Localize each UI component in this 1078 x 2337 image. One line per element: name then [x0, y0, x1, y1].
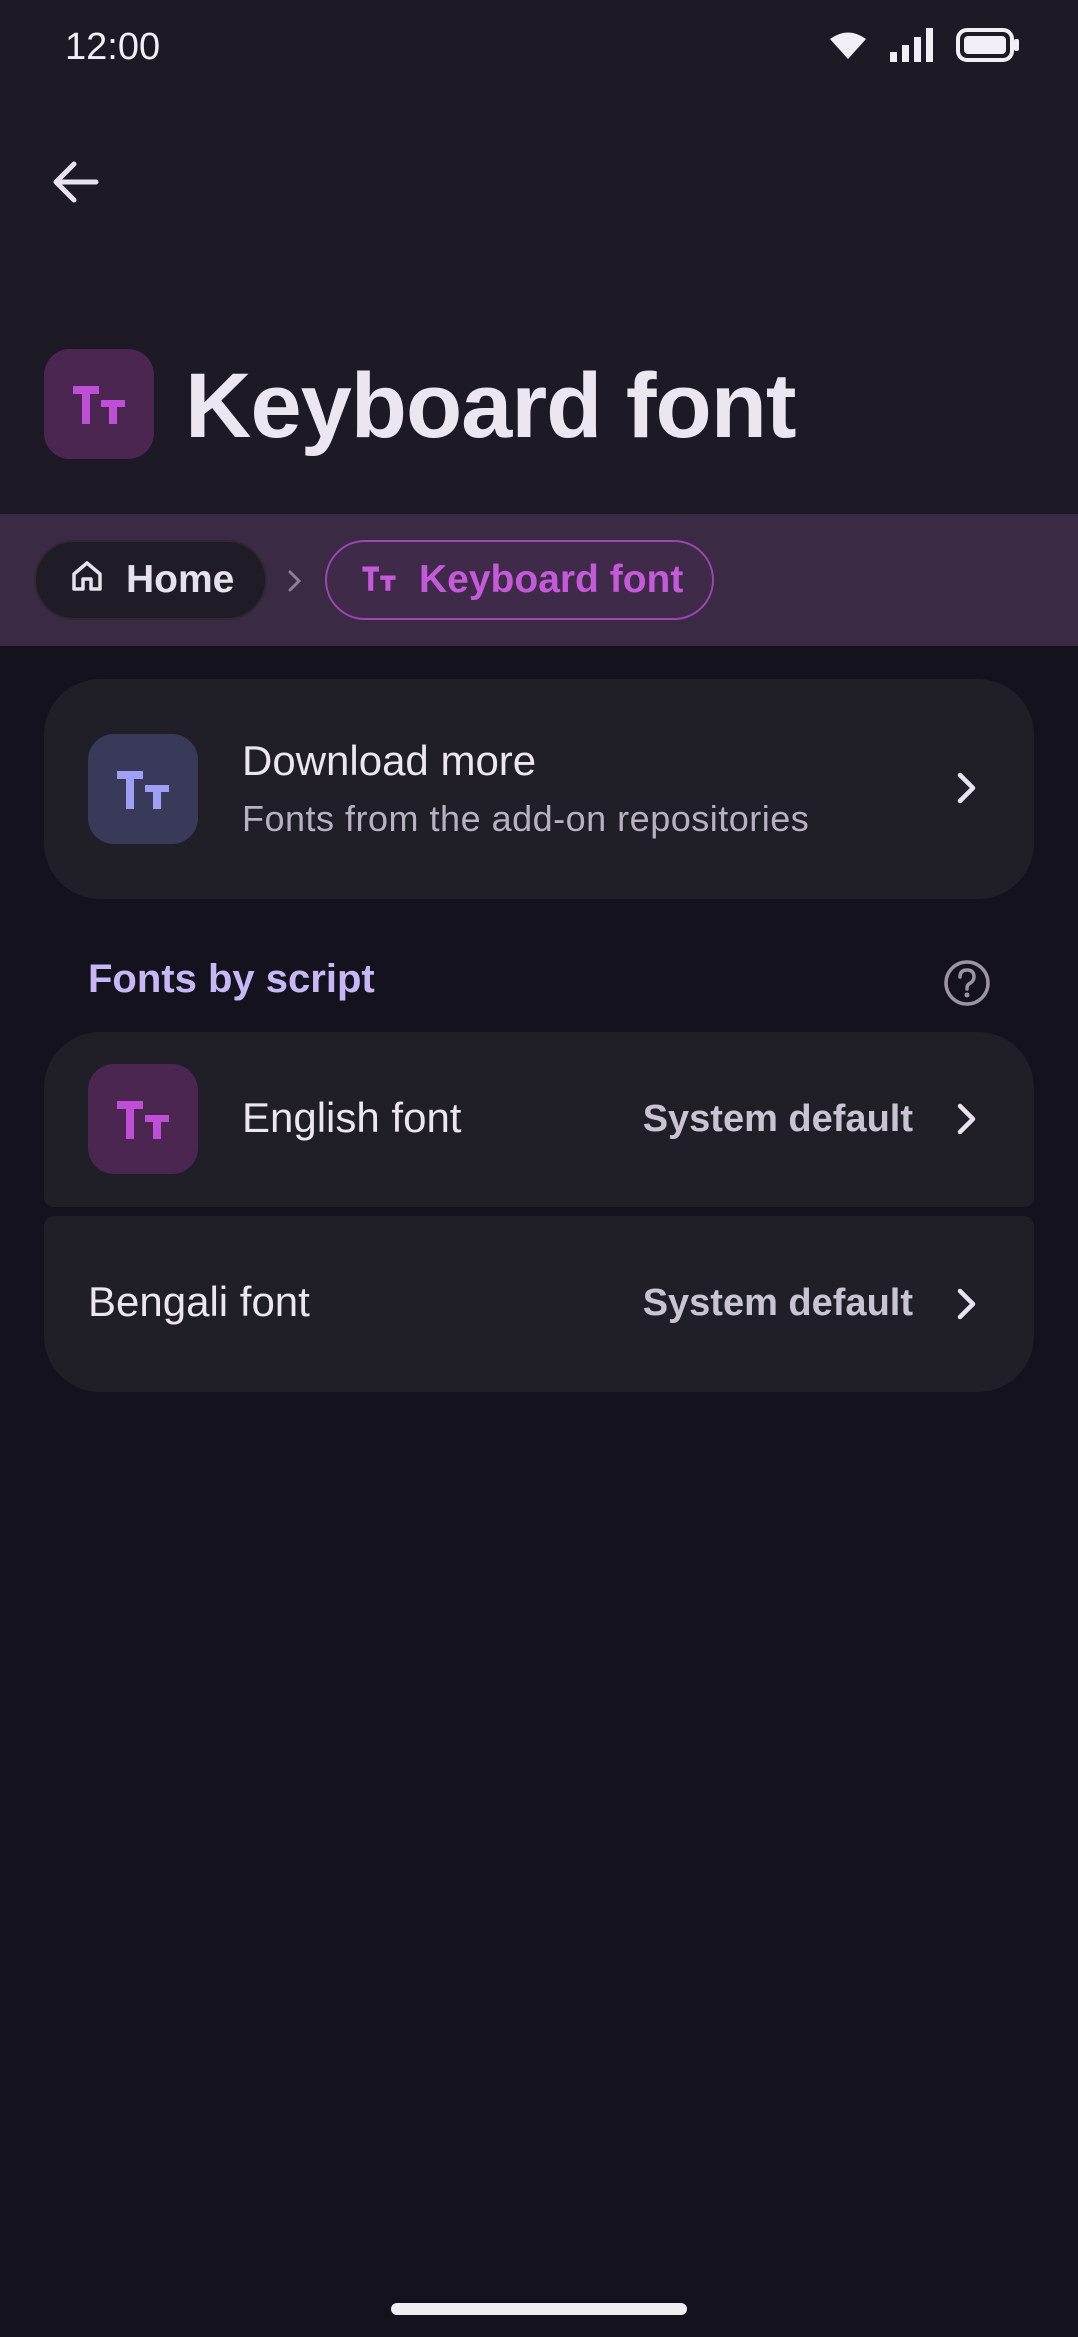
download-text-size-icon — [88, 734, 198, 844]
download-more-card[interactable]: Download more Fonts from the add-on repo… — [44, 679, 1034, 899]
page-title: Keyboard font — [185, 355, 797, 457]
english-font-value: System default — [642, 1098, 913, 1140]
breadcrumb-home-label: Home — [126, 558, 235, 601]
help-circle-icon[interactable] — [942, 958, 992, 1013]
header-area: 12:00 Keyboard font — [0, 0, 1078, 514]
screen: 12:00 Keyboard font Home Keyboard font D… — [0, 0, 1078, 2337]
english-font-label: English font — [242, 1094, 462, 1141]
home-icon — [70, 558, 104, 602]
signal-icon — [890, 28, 934, 62]
status-bar: 12:00 — [0, 0, 1078, 100]
home-indicator[interactable] — [391, 2303, 687, 2315]
chevron-right-icon — [956, 1287, 978, 1326]
arrow-left-icon — [52, 160, 100, 209]
bengali-font-row[interactable]: Bengali font System default — [44, 1216, 1034, 1392]
download-more-subtitle: Fonts from the add-on repositories — [242, 798, 810, 839]
breadcrumb-home[interactable]: Home — [34, 540, 267, 620]
status-time: 12:00 — [65, 26, 161, 68]
back-button[interactable] — [40, 148, 112, 220]
section-title: Fonts by script — [88, 957, 375, 1001]
breadcrumb: Home Keyboard font — [0, 514, 1078, 646]
text-size-icon — [361, 558, 397, 602]
battery-icon — [956, 28, 1020, 62]
breadcrumb-keyboard-font[interactable]: Keyboard font — [325, 540, 714, 620]
download-more-title: Download more — [242, 737, 537, 784]
title-text-size-icon — [44, 349, 154, 459]
status-icons — [828, 28, 1020, 62]
chevron-right-icon — [956, 1102, 978, 1141]
bengali-font-label: Bengali font — [88, 1278, 310, 1325]
chevron-right-icon — [956, 771, 978, 810]
bengali-font-value: System default — [642, 1282, 913, 1324]
chevron-right-icon — [287, 569, 303, 598]
breadcrumb-keyboard-font-label: Keyboard font — [419, 558, 684, 601]
wifi-icon — [828, 30, 868, 60]
english-text-size-icon — [88, 1064, 198, 1174]
english-font-row[interactable]: English font System default — [44, 1032, 1034, 1207]
